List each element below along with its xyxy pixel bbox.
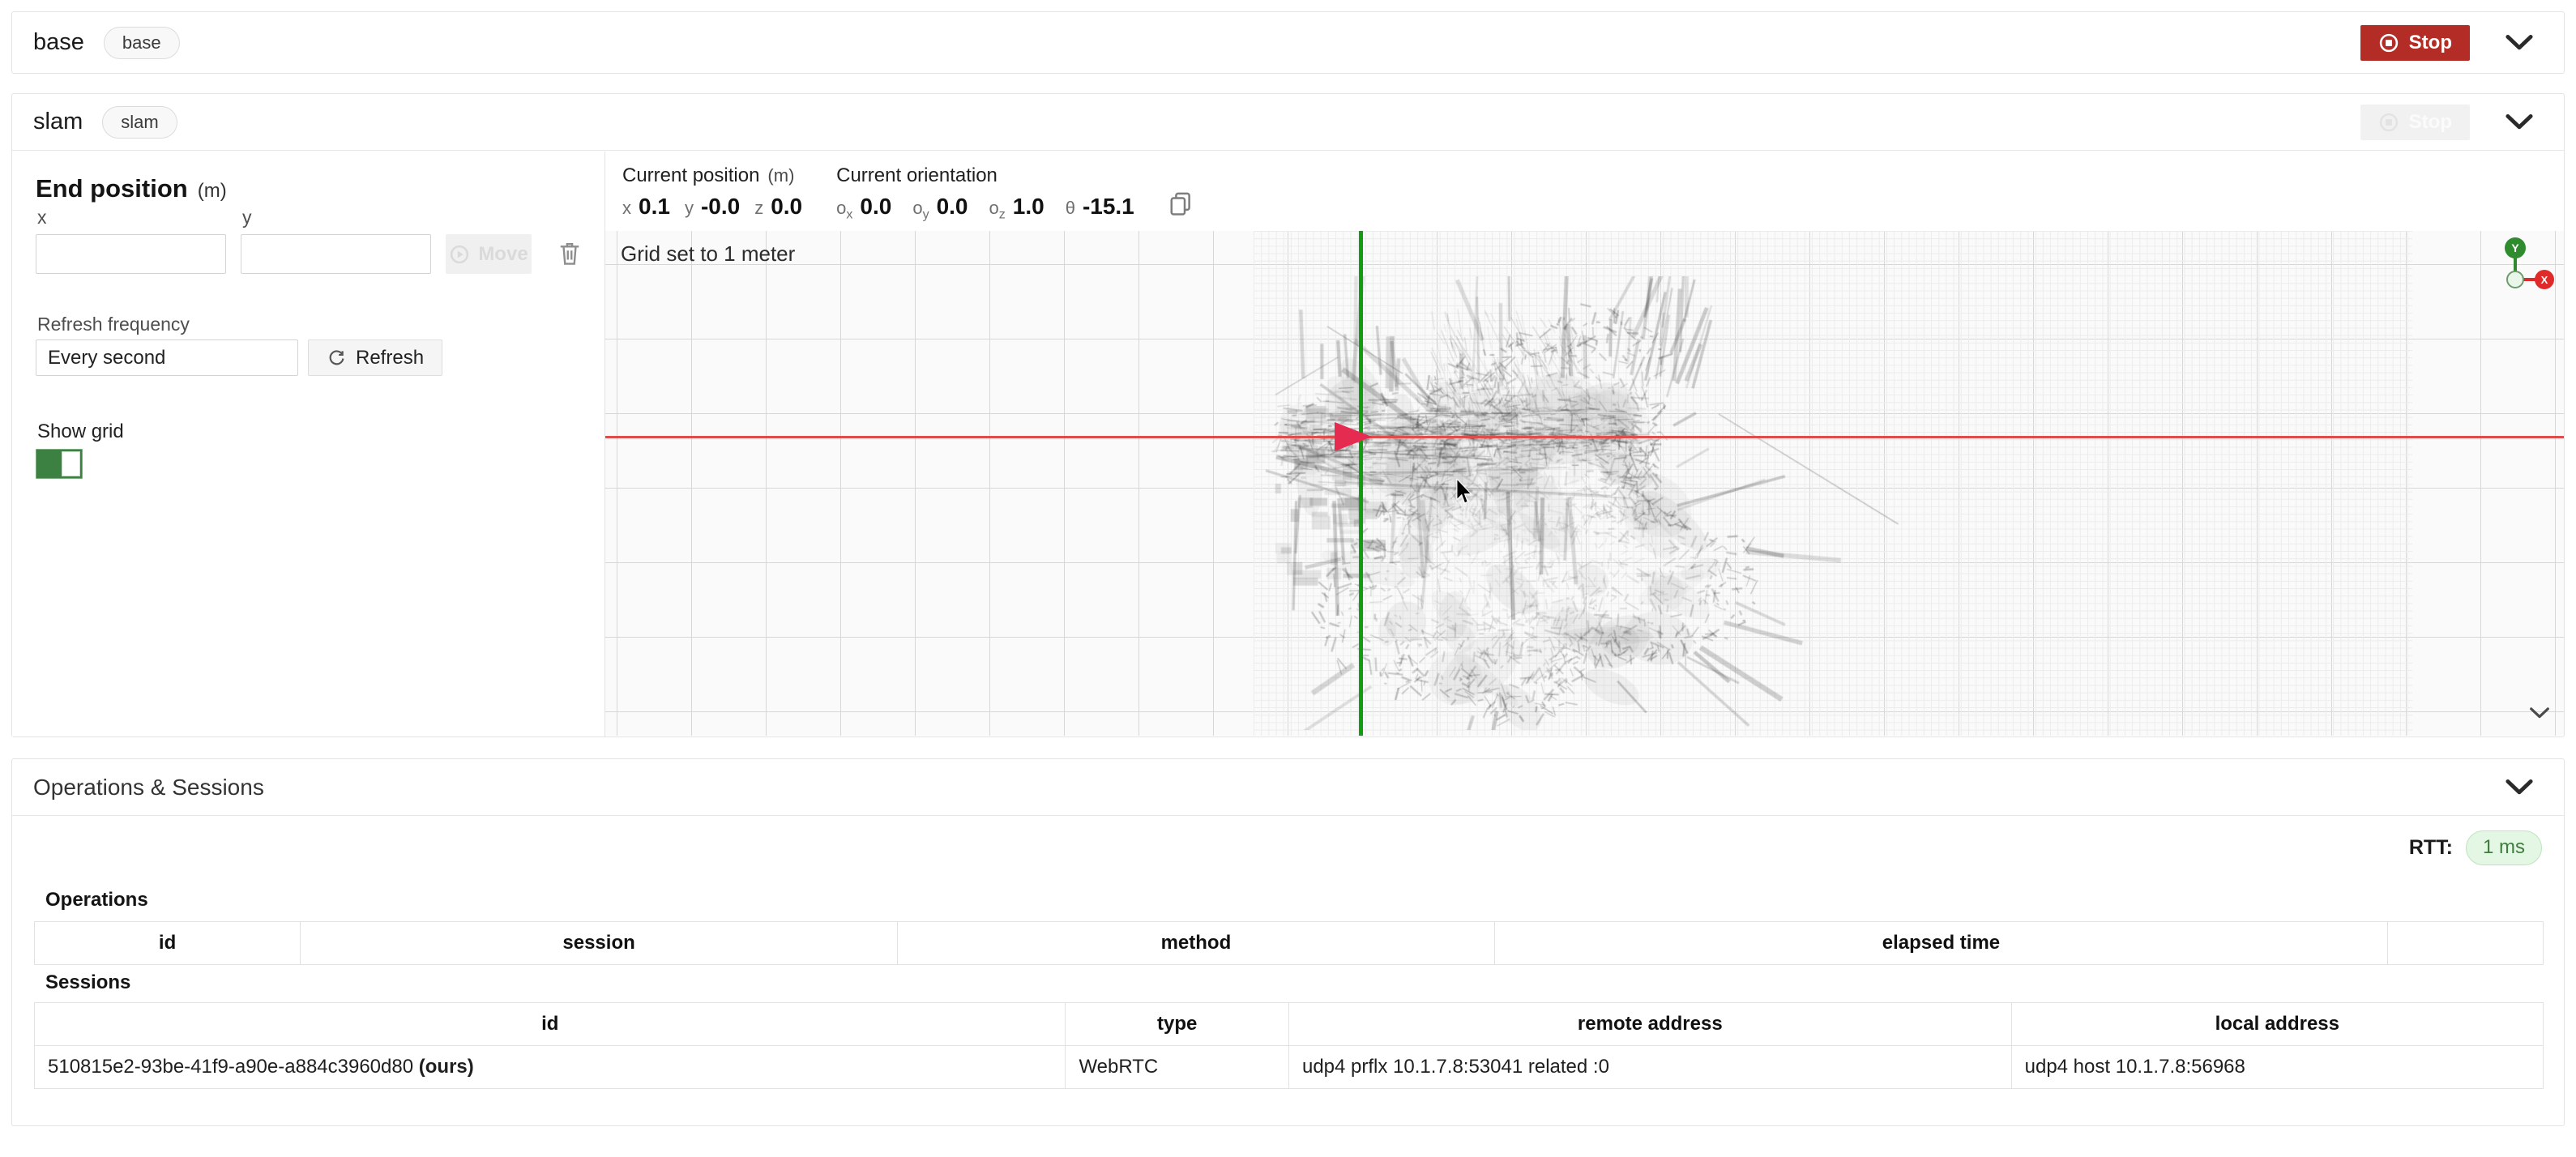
base-header-actions: Stop bbox=[2360, 25, 2543, 61]
slam-collapse-chevron-icon[interactable] bbox=[2506, 113, 2533, 130]
orientation-oz: oz1.0 bbox=[989, 194, 1044, 222]
move-button-disabled[interactable]: Move bbox=[446, 234, 532, 274]
crosshair-horizontal-red-line bbox=[605, 436, 2564, 438]
sessions-header-row: id type remote address local address bbox=[35, 1003, 2544, 1046]
rtt-row: RTT: 1 ms bbox=[2409, 830, 2542, 865]
refresh-frequency-label: Refresh frequency bbox=[37, 314, 190, 335]
end-position-heading: End position (m) bbox=[36, 174, 227, 203]
operations-col-actions bbox=[2388, 922, 2544, 965]
slam-stop-button-disabled[interactable]: Stop bbox=[2360, 105, 2470, 140]
refresh-button-label: Refresh bbox=[356, 347, 424, 369]
slam-controls-panel: End position (m) x y Move bbox=[12, 152, 605, 736]
base-stop-label: Stop bbox=[2409, 32, 2452, 54]
session-row: 510815e2-93be-41f9-a90e-a884c3960d80 (ou… bbox=[35, 1046, 2544, 1089]
copy-icon bbox=[1168, 190, 1193, 218]
base-stop-button[interactable]: Stop bbox=[2360, 25, 2470, 61]
end-position-unit: (m) bbox=[198, 180, 227, 202]
delete-end-position-button[interactable] bbox=[553, 237, 586, 271]
copy-pose-button[interactable] bbox=[1168, 190, 1193, 220]
operations-table-label: Operations bbox=[45, 889, 148, 912]
slam-map-column: Current position (m) x0.1 y-0.0 z0.0 Curr… bbox=[605, 152, 2564, 736]
app-root: base base Stop slam slam bbox=[0, 0, 2576, 1157]
slam-header-actions: Stop bbox=[2360, 105, 2543, 140]
sessions-col-remote: remote address bbox=[1288, 1003, 2011, 1046]
origin-icon bbox=[2507, 271, 2523, 288]
refresh-icon bbox=[327, 348, 346, 368]
operations-col-elapsed: elapsed time bbox=[1494, 922, 2387, 965]
current-position-label: Current position (m) bbox=[622, 164, 802, 187]
sessions-col-id: id bbox=[35, 1003, 1066, 1046]
sessions-table: id type remote address local address 510… bbox=[34, 1002, 2544, 1089]
show-grid-label: Show grid bbox=[37, 421, 124, 443]
refresh-button[interactable]: Refresh bbox=[308, 339, 442, 376]
slam-stop-label: Stop bbox=[2409, 111, 2452, 134]
slam-card-body: End position (m) x y Move bbox=[12, 152, 2564, 736]
sessions-col-type: type bbox=[1066, 1003, 1289, 1046]
refresh-frequency-select[interactable]: Every second bbox=[36, 339, 298, 376]
show-grid-toggle[interactable] bbox=[36, 449, 83, 479]
move-button-label: Move bbox=[478, 243, 528, 266]
robot-position-marker bbox=[1335, 422, 1372, 451]
end-position-x-input[interactable] bbox=[36, 234, 226, 274]
slam-card: slam slam Stop End position (m) bbox=[11, 93, 2565, 737]
current-position-unit: (m) bbox=[767, 165, 794, 186]
sessions-table-label: Sessions bbox=[45, 971, 130, 994]
operations-col-id: id bbox=[35, 922, 301, 965]
position-y: y-0.0 bbox=[685, 194, 740, 220]
base-type-tag: base bbox=[104, 27, 180, 59]
position-x: x0.1 bbox=[622, 194, 670, 220]
crosshair-vertical-green-line bbox=[1359, 231, 1363, 736]
svg-text:Y: Y bbox=[2511, 241, 2519, 254]
stop-icon bbox=[2378, 32, 2399, 53]
session-local-cell: udp4 host 10.1.7.8:56968 bbox=[2011, 1046, 2543, 1089]
slam-card-title: slam bbox=[33, 109, 83, 135]
operations-sessions-card: Operations & Sessions RTT: 1 ms Operatio… bbox=[11, 758, 2565, 1126]
current-position-values: x0.1 y-0.0 z0.0 bbox=[622, 194, 802, 220]
current-orientation-block: Current orientation ox0.0 oy0.0 oz1.0 θ-… bbox=[836, 164, 1134, 222]
session-type-cell: WebRTC bbox=[1066, 1046, 1289, 1089]
map-scroll-down-chevron-icon[interactable] bbox=[2528, 707, 2551, 719]
operations-header-actions bbox=[2506, 779, 2543, 796]
base-card-title: base bbox=[33, 29, 84, 56]
svg-text:X: X bbox=[2541, 274, 2548, 286]
base-card: base base Stop bbox=[11, 11, 2565, 74]
base-collapse-chevron-icon[interactable] bbox=[2506, 34, 2533, 51]
x-field-label: x bbox=[37, 207, 47, 228]
operations-col-session: session bbox=[301, 922, 898, 965]
orientation-ox: ox0.0 bbox=[836, 194, 891, 222]
operations-header-row: id session method elapsed time bbox=[35, 922, 2544, 965]
stop-icon bbox=[2378, 112, 2399, 133]
slam-card-header: slam slam Stop bbox=[12, 94, 2564, 151]
slam-pointcloud-map bbox=[1265, 276, 1946, 730]
current-orientation-values: ox0.0 oy0.0 oz1.0 θ-15.1 bbox=[836, 194, 1134, 222]
session-id-cell: 510815e2-93be-41f9-a90e-a884c3960d80 (ou… bbox=[35, 1046, 1066, 1089]
operations-sessions-header: Operations & Sessions bbox=[12, 759, 2564, 816]
trash-icon bbox=[557, 240, 582, 267]
session-remote-cell: udp4 prflx 10.1.7.8:53041 related :0 bbox=[1288, 1046, 2011, 1089]
operations-col-method: method bbox=[898, 922, 1495, 965]
axis-orientation-widget: Y X bbox=[2489, 236, 2559, 301]
grid-scale-note: Grid set to 1 meter bbox=[621, 241, 795, 267]
end-position-title: End position bbox=[36, 174, 188, 203]
end-position-y-input[interactable] bbox=[241, 234, 431, 274]
slam-map-viewport[interactable]: Grid set to 1 meter Y X bbox=[605, 231, 2564, 736]
position-z: z0.0 bbox=[754, 194, 802, 220]
current-orientation-label: Current orientation bbox=[836, 164, 1134, 187]
rtt-value-badge: 1 ms bbox=[2466, 830, 2542, 865]
orientation-oy: oy0.0 bbox=[912, 194, 968, 222]
slam-type-tag: slam bbox=[102, 106, 177, 139]
current-position-block: Current position (m) x0.1 y-0.0 z0.0 bbox=[622, 164, 802, 220]
rtt-label: RTT: bbox=[2409, 836, 2453, 860]
mouse-cursor bbox=[1455, 479, 1474, 505]
play-circle-icon bbox=[449, 244, 470, 265]
operations-collapse-chevron-icon[interactable] bbox=[2506, 779, 2533, 796]
toggle-knob bbox=[62, 451, 80, 476]
sessions-col-local: local address bbox=[2011, 1003, 2543, 1046]
operations-table: id session method elapsed time bbox=[34, 921, 2544, 965]
current-pose-status-row: Current position (m) x0.1 y-0.0 z0.0 Curr… bbox=[605, 152, 2564, 231]
orientation-theta: θ-15.1 bbox=[1066, 194, 1134, 222]
current-position-text: Current position bbox=[622, 164, 759, 186]
operations-sessions-title: Operations & Sessions bbox=[33, 775, 264, 801]
y-field-label: y bbox=[242, 207, 252, 228]
